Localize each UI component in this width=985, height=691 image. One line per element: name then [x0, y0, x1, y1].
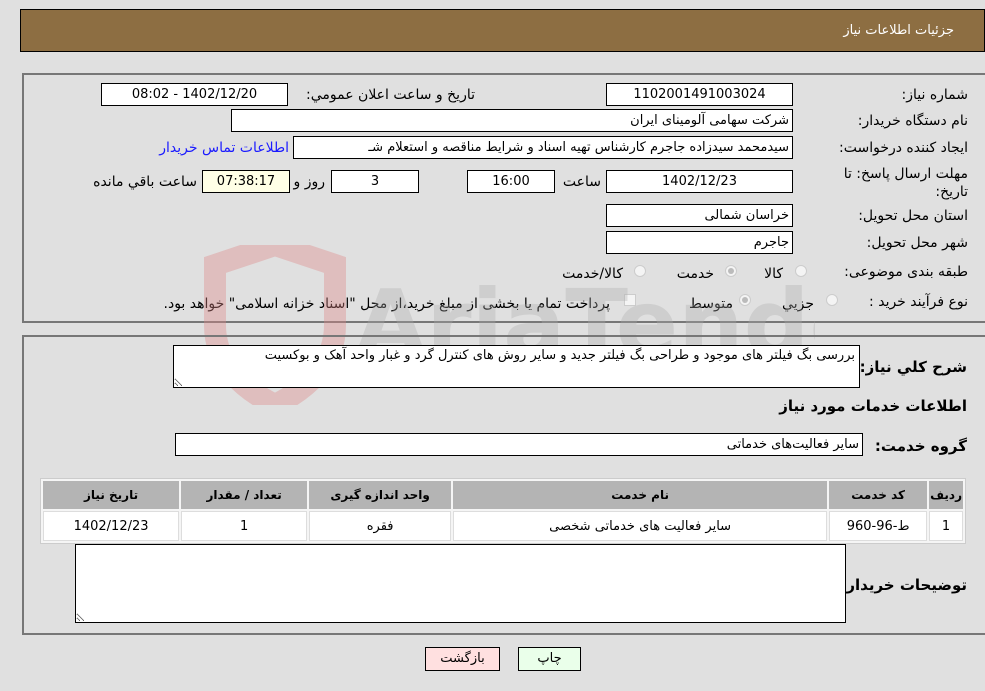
table-header-row: رديف کد خدمت نام خدمت واحد اندازه گيری ت… [43, 481, 963, 509]
category-radio-goods[interactable] [795, 265, 807, 277]
city-field: جاجرم [606, 231, 793, 254]
province-field: خراسان شمالی [606, 204, 793, 227]
need-number-label: شماره نیاز: [901, 87, 969, 103]
page-header: جزئیات اطلاعات نیاز [20, 9, 985, 52]
table-row: 1 ط-96-960 سایر فعالیت های خدماتی شخصی ف… [43, 511, 963, 541]
cell-unit: فقره [309, 511, 452, 541]
treasury-checkbox[interactable] [624, 294, 636, 306]
days-remaining-field: 3 [331, 170, 419, 193]
col-header-quantity: تعداد / مقدار [181, 481, 308, 509]
service-group-field: سایر فعالیت‌های خدماتی [175, 433, 863, 456]
buyer-notes-textarea[interactable] [75, 544, 846, 623]
col-header-service-name: نام خدمت [453, 481, 828, 509]
requester-label: ایجاد کننده درخواست: [839, 140, 968, 156]
announce-datetime-label: تاريخ و ساعت اعلان عمومي: [306, 87, 475, 103]
treasury-note: پرداخت تمام یا بخشی از مبلغ خرید،از محل … [163, 296, 610, 312]
cell-service-name: سایر فعالیت های خدماتی شخصی [453, 511, 828, 541]
category-option-service: خدمت [676, 266, 714, 282]
deadline-label: مهلت ارسال پاسخ: تا تاریخ: [843, 166, 968, 200]
category-radio-goods-service[interactable] [634, 265, 646, 277]
category-radio-service[interactable] [725, 265, 737, 277]
category-label: طبقه بندی موضوعی: [844, 264, 968, 280]
city-label: شهر محل تحویل: [866, 235, 968, 251]
category-option-goods: کالا [764, 266, 783, 282]
buyer-notes-label: توضيحات خريدار: [840, 576, 967, 594]
cell-need-date: 1402/12/23 [43, 511, 180, 541]
buyer-contact-link[interactable]: اطلاعات تماس خریدار [159, 140, 289, 156]
time-remaining-field: 07:38:17 [202, 170, 290, 193]
time-remaining-label: ساعت باقي مانده [93, 174, 197, 190]
cell-service-code: ط-96-960 [829, 511, 928, 541]
deadline-time-label: ساعت [562, 174, 601, 190]
cell-row-no: 1 [929, 511, 963, 541]
col-header-unit: واحد اندازه گيری [309, 481, 452, 509]
back-button[interactable]: بازگشت [425, 647, 500, 671]
purchase-type-radio-minor[interactable] [826, 294, 838, 306]
province-label: استان محل تحویل: [858, 208, 968, 224]
page-title: جزئیات اطلاعات نیاز [843, 23, 954, 38]
deadline-date-field: 1402/12/23 [606, 170, 793, 193]
buyer-org-label: نام دستگاه خریدار: [857, 113, 968, 129]
purchase-type-radio-medium[interactable] [739, 294, 751, 306]
deadline-time-field: 16:00 [467, 170, 555, 193]
col-header-row-no: رديف [929, 481, 963, 509]
purchase-type-option-medium: متوسط [689, 296, 733, 312]
category-option-goods-service: کالا/خدمت [562, 266, 623, 282]
services-section-title: اطلاعات خدمات مورد نياز [779, 397, 967, 415]
description-label: شرح کلي نياز: [859, 358, 967, 376]
need-number-field: 1102001491003024 [606, 83, 793, 106]
purchase-type-option-minor: جزيي [782, 296, 814, 312]
days-label: روز و [293, 174, 326, 190]
col-header-service-code: کد خدمت [829, 481, 928, 509]
print-button[interactable]: چاپ [518, 647, 581, 671]
purchase-type-label: نوع فرآیند خرید : [869, 294, 968, 310]
services-table: رديف کد خدمت نام خدمت واحد اندازه گيری ت… [40, 478, 966, 544]
col-header-need-date: تاريخ نياز [43, 481, 180, 509]
buyer-org-field: شرکت سهامی آلومینای ایران [231, 109, 793, 132]
service-group-label: گروه خدمت: [874, 437, 967, 455]
cell-quantity: 1 [181, 511, 308, 541]
requester-field: سیدمحمد سیدزاده جاجرم کارشناس تهیه اسناد… [293, 136, 793, 159]
announce-datetime-field: 1402/12/20 - 08:02 [101, 83, 288, 106]
description-textarea[interactable] [173, 345, 860, 388]
